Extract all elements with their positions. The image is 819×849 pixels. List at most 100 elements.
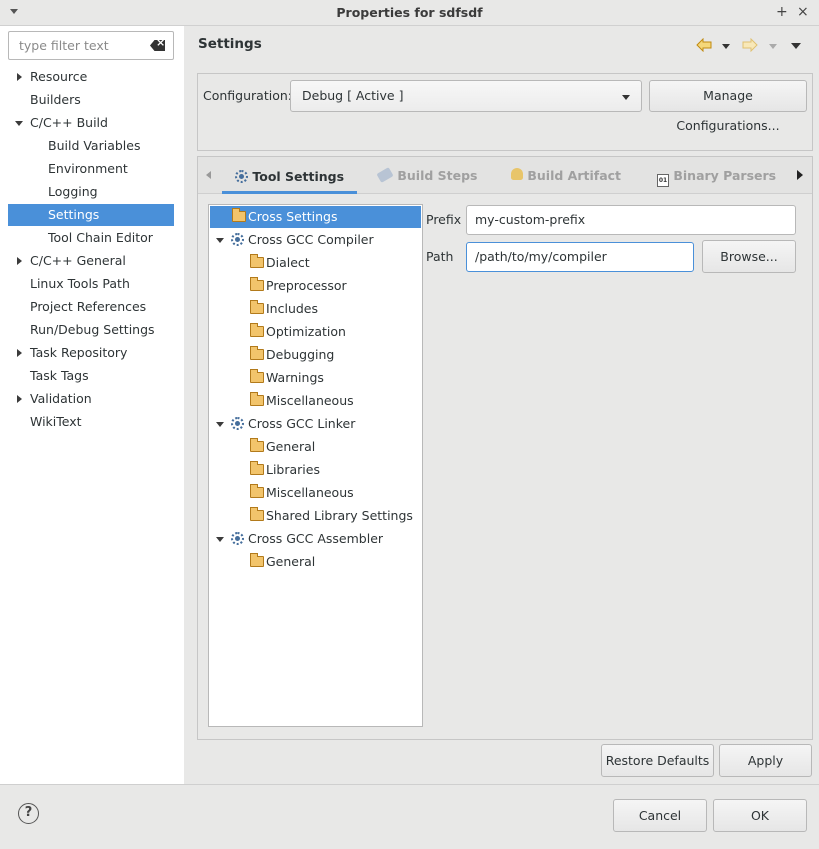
nav-item-resource[interactable]: Resource	[8, 66, 174, 88]
tree-item-includes[interactable]: Includes	[210, 298, 421, 320]
view-menu-icon[interactable]	[791, 43, 801, 49]
folder-icon	[250, 277, 264, 291]
tree-item-cross-gcc-linker[interactable]: Cross GCC Linker	[210, 413, 421, 435]
help-icon[interactable]: ?	[18, 803, 39, 824]
tree-item-label: Preprocessor	[266, 278, 347, 293]
tree-item-label: Libraries	[266, 462, 320, 477]
nav-item-cpp-general[interactable]: C/C++ General	[8, 250, 174, 272]
collapse-icon[interactable]	[15, 121, 23, 126]
tree-item-libraries[interactable]: Libraries	[210, 459, 421, 481]
path-input[interactable]: /path/to/my/compiler	[466, 242, 694, 272]
collapse-icon[interactable]	[216, 537, 224, 542]
page-title: Settings	[198, 36, 262, 52]
path-label: Path	[426, 249, 454, 264]
nav-item-builders[interactable]: Builders	[8, 89, 174, 111]
tree-item-linker-general[interactable]: General	[210, 436, 421, 458]
nav-item-label: Environment	[48, 161, 128, 176]
tree-item-debugging[interactable]: Debugging	[210, 344, 421, 366]
manage-configurations-button[interactable]: Manage Configurations...	[649, 80, 807, 133]
tool-settings-icon	[235, 170, 248, 183]
filter-field[interactable]	[8, 31, 174, 60]
tab-build-steps[interactable]: Build Steps	[376, 167, 478, 183]
nav-item-linux-tools-path[interactable]: Linux Tools Path	[8, 273, 174, 295]
filter-input[interactable]	[17, 33, 149, 58]
nav-item-project-references[interactable]: Project References	[8, 296, 174, 318]
tree-item-label: Cross Settings	[248, 209, 338, 224]
tree-item-shared-library-settings[interactable]: Shared Library Settings	[210, 505, 421, 527]
tree-item-optimization[interactable]: Optimization	[210, 321, 421, 343]
nav-item-label: C/C++ General	[30, 253, 126, 268]
nav-item-label: Linux Tools Path	[30, 276, 130, 291]
collapse-icon[interactable]	[216, 238, 224, 243]
window-title: Properties for sdfsdf	[336, 5, 483, 20]
dropdown-arrow-icon	[622, 95, 630, 100]
tree-item-warnings[interactable]: Warnings	[210, 367, 421, 389]
tree-item-label: Dialect	[266, 255, 310, 270]
prefix-value: my-custom-prefix	[475, 212, 586, 227]
clear-filter-icon[interactable]	[150, 40, 165, 51]
ok-button[interactable]: OK	[713, 799, 807, 832]
nav-item-validation[interactable]: Validation	[8, 388, 174, 410]
tree-item-cross-gcc-assembler[interactable]: Cross GCC Assembler	[210, 528, 421, 550]
nav-item-label: Run/Debug Settings	[30, 322, 155, 337]
active-tab-indicator	[222, 191, 357, 194]
tree-item-label: Cross GCC Linker	[248, 416, 356, 431]
browse-button[interactable]: Browse...	[702, 240, 796, 273]
nav-item-label: Task Repository	[30, 345, 128, 360]
folder-icon	[232, 208, 246, 222]
restore-defaults-button[interactable]: Restore Defaults	[601, 744, 714, 777]
nav-item-label: WikiText	[30, 414, 82, 429]
tree-item-cross-gcc-compiler[interactable]: Cross GCC Compiler	[210, 229, 421, 251]
build-steps-icon	[376, 167, 394, 183]
tab-label: Build Artifact	[527, 168, 622, 183]
nav-item-task-repository[interactable]: Task Repository	[8, 342, 174, 364]
expand-icon[interactable]	[17, 73, 22, 81]
configuration-label: Configuration:	[203, 88, 292, 103]
nav-item-settings[interactable]: Settings	[8, 204, 174, 226]
prefix-input[interactable]: my-custom-prefix	[466, 205, 796, 235]
tree-item-cross-settings[interactable]: Cross Settings	[210, 206, 421, 228]
tree-item-assembler-general[interactable]: General	[210, 551, 421, 573]
pin-icon[interactable]: +	[776, 4, 788, 20]
tree-item-linker-miscellaneous[interactable]: Miscellaneous	[210, 482, 421, 504]
nav-item-label: Logging	[48, 184, 98, 199]
tool-gear-icon	[231, 532, 244, 545]
expand-icon[interactable]	[17, 395, 22, 403]
nav-item-logging[interactable]: Logging	[8, 181, 174, 203]
tool-settings-tree: Cross Settings Cross GCC Compiler Dialec…	[208, 204, 423, 727]
nav-item-wikitext[interactable]: WikiText	[8, 411, 174, 433]
nav-item-task-tags[interactable]: Task Tags	[8, 365, 174, 387]
collapse-icon[interactable]	[216, 422, 224, 427]
nav-item-label: Resource	[30, 69, 88, 84]
tab-label: Build Steps	[397, 168, 478, 183]
nav-item-tool-chain-editor[interactable]: Tool Chain Editor	[8, 227, 174, 249]
nav-item-build-variables[interactable]: Build Variables	[8, 135, 174, 157]
tree-item-dialect[interactable]: Dialect	[210, 252, 421, 274]
tree-item-label: Shared Library Settings	[266, 508, 413, 523]
nav-item-run-debug-settings[interactable]: Run/Debug Settings	[8, 319, 174, 341]
tab-binary-parsers[interactable]: 01 Binary Parsers	[657, 168, 776, 187]
tree-item-preprocessor[interactable]: Preprocessor	[210, 275, 421, 297]
tree-item-compiler-miscellaneous[interactable]: Miscellaneous	[210, 390, 421, 412]
configuration-select[interactable]: Debug [ Active ]	[290, 80, 642, 112]
tab-tool-settings[interactable]: Tool Settings	[235, 168, 344, 184]
back-history-icon[interactable]	[722, 44, 730, 49]
folder-icon	[250, 438, 264, 452]
folder-icon	[250, 484, 264, 498]
scroll-tabs-right-icon[interactable]	[797, 170, 803, 180]
expand-icon[interactable]	[17, 349, 22, 357]
folder-icon	[250, 507, 264, 521]
close-icon[interactable]: ×	[797, 4, 809, 20]
nav-item-environment[interactable]: Environment	[8, 158, 174, 180]
folder-icon	[250, 392, 264, 406]
tab-build-artifact[interactable]: Build Artifact	[511, 168, 621, 183]
tab-label: Tool Settings	[252, 169, 345, 184]
apply-button[interactable]: Apply	[719, 744, 812, 777]
tree-item-label: Warnings	[266, 370, 324, 385]
cancel-button[interactable]: Cancel	[613, 799, 707, 832]
expand-icon[interactable]	[17, 257, 22, 265]
back-arrow-icon[interactable]	[696, 38, 712, 52]
nav-item-cpp-build[interactable]: C/C++ Build	[8, 112, 174, 134]
scroll-tabs-left-icon[interactable]	[206, 171, 211, 179]
folder-icon	[250, 254, 264, 268]
